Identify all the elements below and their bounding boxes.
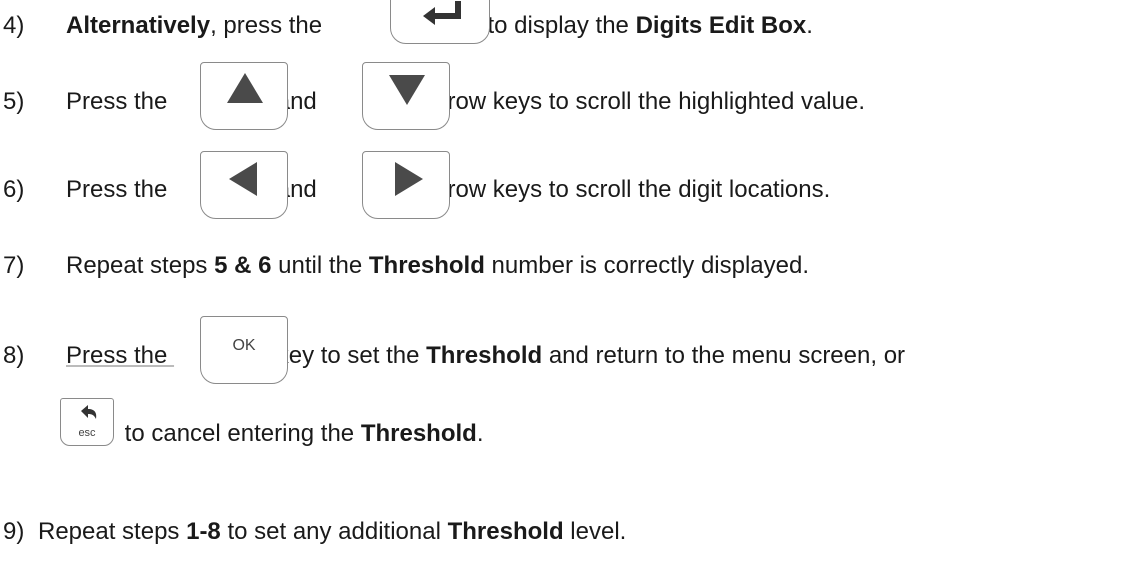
left-arrow-key[interactable] — [200, 151, 288, 219]
ok-key[interactable]: OK — [200, 316, 288, 384]
step-number: 7) — [3, 252, 25, 279]
enter-key[interactable] — [390, 0, 490, 44]
up-arrow-key[interactable] — [200, 62, 288, 130]
step-number: 8) — [3, 342, 25, 369]
right-arrow-key[interactable] — [362, 151, 450, 219]
esc-key-label: esc — [78, 427, 96, 439]
down-arrow-icon — [389, 75, 425, 105]
down-arrow-key[interactable] — [362, 62, 450, 130]
ok-key-label: OK — [232, 337, 256, 354]
enter-key-icon — [423, 1, 461, 25]
step-number: 9) — [3, 518, 25, 545]
esc-key[interactable]: esc — [60, 398, 114, 446]
step-number: 4) — [3, 12, 25, 39]
right-arrow-icon — [395, 162, 423, 196]
emphasis: Alternatively — [66, 12, 211, 39]
step-number: 6) — [3, 176, 25, 203]
left-arrow-icon — [229, 162, 257, 196]
up-arrow-icon — [227, 73, 263, 103]
esc-back-icon — [81, 405, 97, 419]
step-number: 5) — [3, 88, 25, 115]
